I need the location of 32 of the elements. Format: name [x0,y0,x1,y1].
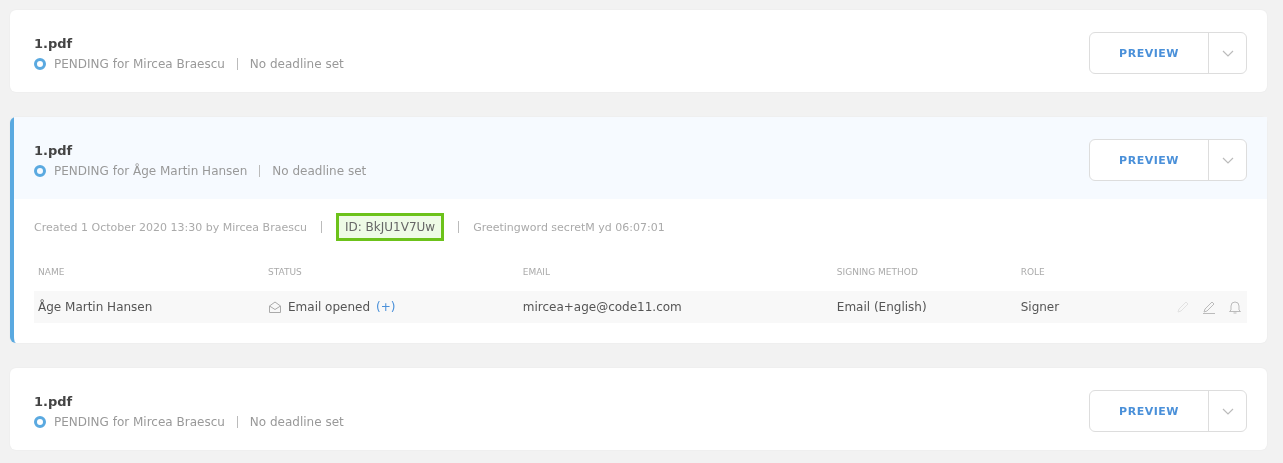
status-text: PENDING for Mircea Braescu [54,414,225,429]
status-text: Email opened [288,300,371,314]
column-header: EMAIL [518,267,833,291]
document-name: 1.pdf [34,393,74,409]
extra-text: Greetingword secretM yd 06:07:01 [473,220,665,234]
table-cell: mircea+age@code11.com [518,291,833,323]
pencil-icon[interactable] [1201,299,1217,315]
column-header: NAME [34,267,264,291]
details-link[interactable]: (+) [376,300,396,314]
table-cell: Email (English) [832,291,1017,323]
document-name: 1.pdf [34,35,74,51]
deadline-text: No deadline set [249,56,344,71]
caret-icon [1221,156,1234,164]
pending-status-icon [34,57,46,70]
document-name: 1.pdf [34,142,74,158]
pending-status-icon [34,415,46,428]
created-text: Created 1 October 2020 13:30 by Mircea Braescu [34,220,307,234]
column-header: STATUS [264,267,519,291]
bell-icon[interactable] [1227,299,1243,315]
caret-icon [1221,407,1234,415]
column-header: SIGNING METHOD [832,267,1017,291]
table-cell: Åge Martin Hansen [34,291,264,323]
deadline-text: No deadline set [272,163,367,178]
deadline-text: No deadline set [249,414,344,429]
envelope-open-icon [268,300,282,314]
column-header: ROLE [1016,267,1105,291]
caret-icon [1221,49,1234,57]
document-id: ID: BkJU1V7Uw [335,213,445,241]
pending-status-icon [34,164,46,177]
table-cell: Signer [1016,291,1105,323]
status-text: PENDING for Mircea Braescu [54,56,225,71]
status-text: PENDING for Åge Martin Hansen [54,163,248,178]
